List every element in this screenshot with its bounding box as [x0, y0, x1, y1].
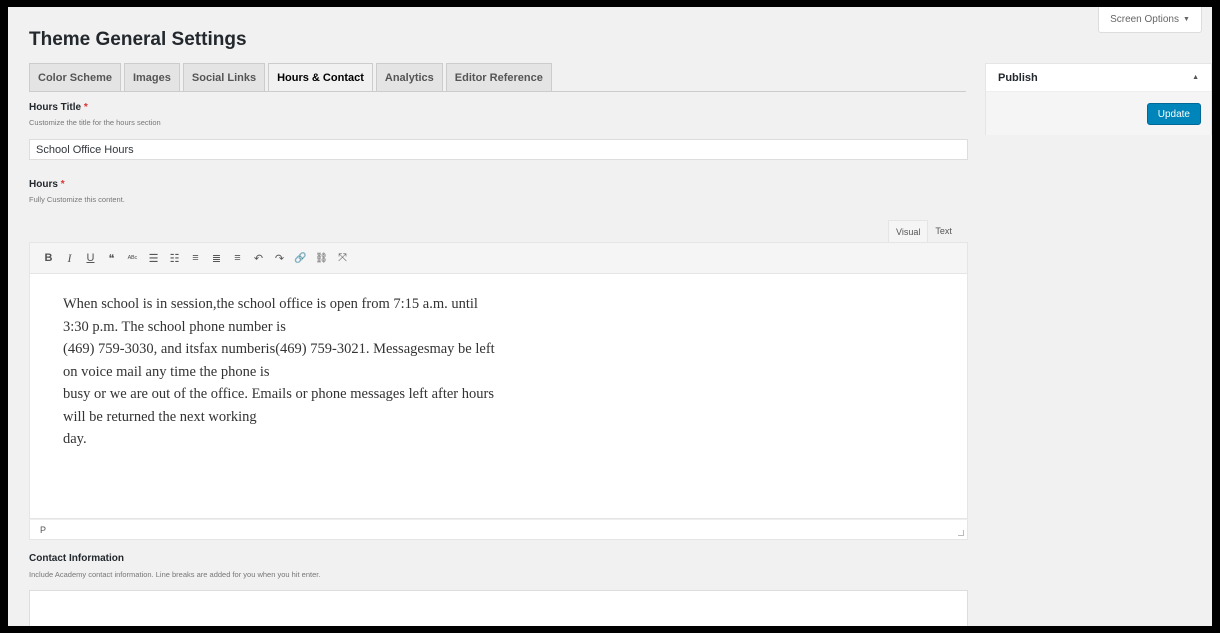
strikethrough-icon[interactable]: ᴬᴮᶜ	[124, 248, 141, 268]
hours-title-label-text: Hours Title	[29, 102, 82, 113]
publish-title: Publish	[998, 71, 1038, 84]
tab-text[interactable]: Text	[928, 220, 959, 242]
fullscreen-icon[interactable]: ⤧	[334, 248, 351, 268]
required-marker: *	[60, 179, 65, 190]
blockquote-icon[interactable]: ❝	[103, 248, 120, 268]
editor-status-bar: P	[29, 519, 968, 540]
align-right-icon[interactable]: ≡	[229, 248, 246, 268]
resize-handle-icon[interactable]	[958, 530, 964, 536]
hours-editor-content[interactable]: When school is in session,the school off…	[29, 274, 968, 519]
italic-button[interactable]: I	[61, 248, 78, 268]
tab-social-links[interactable]: Social Links	[182, 63, 266, 91]
align-left-icon[interactable]: ≡	[187, 248, 204, 268]
hours-label-text: Hours	[29, 179, 58, 190]
element-path[interactable]: P	[40, 525, 46, 535]
tab-editor-reference[interactable]: Editor Reference	[445, 63, 552, 91]
tab-images[interactable]: Images	[123, 63, 180, 91]
contact-information-textarea[interactable]	[29, 590, 968, 626]
collapse-arrow-icon[interactable]: ▲	[1192, 74, 1199, 81]
publish-box: Publish ▲ Update	[985, 63, 1212, 135]
hours-title-label: Hours Title *	[29, 102, 88, 113]
page-title: Theme General Settings	[29, 29, 247, 50]
required-marker: *	[83, 102, 88, 113]
update-button[interactable]: Update	[1146, 103, 1201, 125]
contact-information-description: Include Academy contact information. Lin…	[29, 570, 321, 579]
underline-button[interactable]: U	[82, 248, 99, 268]
editor-line: When school is in session,the school off…	[63, 296, 478, 312]
publish-actions: Update	[986, 92, 1211, 135]
hours-title-input[interactable]	[29, 139, 968, 160]
align-center-icon[interactable]: ≣	[208, 248, 225, 268]
tabs-divider	[29, 91, 966, 92]
screen-options-label: Screen Options	[1110, 14, 1179, 25]
editor-line: 3:30 p.m. The school phone number is	[63, 318, 286, 335]
tab-color-scheme[interactable]: Color Scheme	[29, 63, 121, 91]
tab-analytics[interactable]: Analytics	[375, 63, 443, 91]
hours-label: Hours *	[29, 179, 65, 190]
link-icon[interactable]: 🔗	[292, 248, 309, 268]
publish-header[interactable]: Publish ▲	[986, 64, 1211, 92]
editor-line: will be returned the next working	[63, 408, 257, 425]
unlink-icon[interactable]: ⛓	[313, 248, 330, 268]
hours-title-description: Customize the title for the hours sectio…	[29, 118, 161, 127]
caret-down-icon: ▼	[1183, 16, 1190, 23]
bullet-list-icon[interactable]: ☰	[145, 248, 162, 268]
redo-icon[interactable]: ↷	[271, 248, 288, 268]
undo-icon[interactable]: ↶	[250, 248, 267, 268]
bold-button[interactable]: B	[40, 248, 57, 268]
editor-line: busy or we are out of the office. Emails…	[63, 386, 494, 402]
screen-options-button[interactable]: Screen Options ▼	[1098, 7, 1202, 33]
editor-line: (469) 759-3030, and itsfax numberis(469)…	[63, 341, 495, 357]
tab-visual[interactable]: Visual	[888, 220, 929, 242]
numbered-list-icon[interactable]: ☷	[166, 248, 183, 268]
editor-toolbar: B I U ❝ ᴬᴮᶜ ☰ ☷ ≡ ≣ ≡ ↶ ↷ 🔗 ⛓ ⤧	[29, 242, 968, 274]
tab-hours-contact[interactable]: Hours & Contact	[268, 63, 373, 92]
editor-line: on voice mail any time the phone is	[63, 363, 270, 380]
admin-frame: Screen Options ▼ Theme General Settings …	[8, 7, 1212, 626]
editor-line: day.	[63, 431, 87, 447]
hours-description: Fully Customize this content.	[29, 195, 125, 204]
contact-information-label: Contact Information	[29, 553, 124, 564]
editor-mode-tabs: Visual Text	[888, 220, 959, 242]
settings-tabs: Color Scheme Images Social Links Hours &…	[29, 63, 552, 92]
